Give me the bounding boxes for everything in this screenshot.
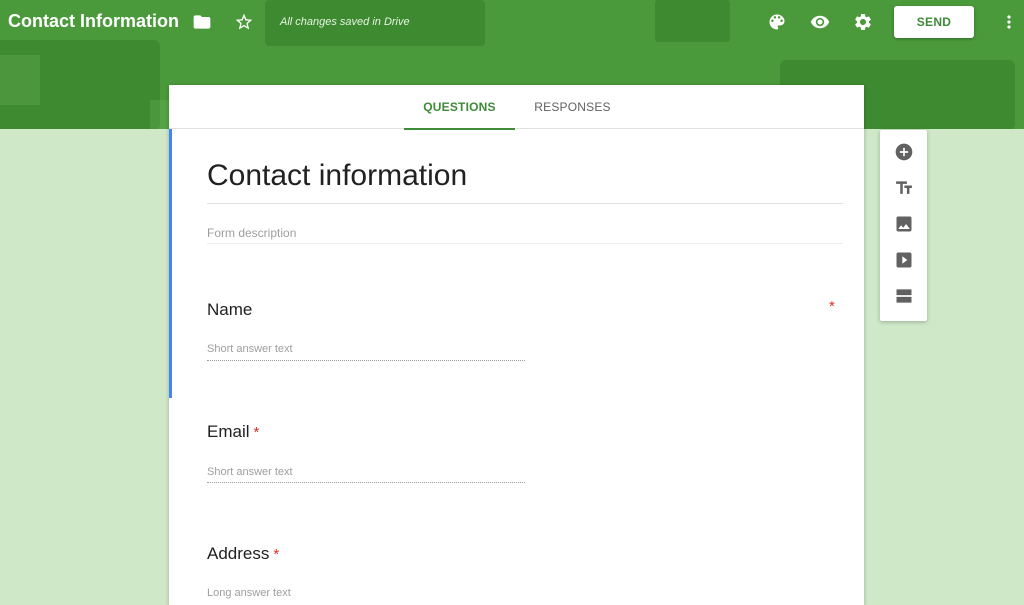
save-status-text: All changes saved in Drive [280, 16, 410, 28]
tab-questions[interactable]: QUESTIONS [404, 85, 515, 130]
question-label: Email [207, 422, 250, 441]
divider [207, 243, 843, 244]
title-text-icon[interactable] [892, 176, 916, 200]
star-outline-icon[interactable] [232, 10, 256, 34]
document-title[interactable]: Contact Information [8, 11, 179, 32]
short-answer-placeholder: Short answer text [207, 466, 293, 478]
more-vert-icon[interactable] [997, 10, 1021, 34]
section-icon[interactable] [892, 284, 916, 308]
question-title-email[interactable]: Email * [207, 422, 259, 442]
required-marker: * [253, 424, 260, 441]
eye-icon[interactable] [808, 10, 832, 34]
question-label: Name [207, 300, 253, 319]
side-toolbar [880, 130, 927, 321]
gear-icon[interactable] [851, 10, 875, 34]
short-answer-placeholder: Short answer text [207, 343, 293, 355]
required-marker: * [273, 546, 280, 563]
long-answer-placeholder: Long answer text [207, 587, 291, 599]
question-title-name[interactable]: Name [207, 300, 252, 320]
send-button[interactable]: SEND [894, 6, 974, 38]
question-title-address[interactable]: Address * [207, 544, 279, 564]
form-card: QUESTIONS RESPONSES Contact information … [169, 85, 864, 605]
add-question-icon[interactable] [892, 140, 916, 164]
answer-underline [207, 360, 525, 361]
divider [207, 203, 843, 204]
answer-underline [207, 482, 525, 483]
video-icon[interactable] [892, 248, 916, 272]
top-app-bar: Contact Information All changes saved in… [0, 0, 1024, 44]
header-decoration [0, 55, 40, 105]
active-section-indicator [169, 129, 172, 398]
image-icon[interactable] [892, 212, 916, 236]
required-marker: * [829, 298, 835, 315]
question-label: Address [207, 544, 270, 563]
form-description-field[interactable]: Form description [207, 226, 296, 240]
form-title[interactable]: Contact information [207, 159, 467, 193]
folder-icon[interactable] [190, 10, 214, 34]
tab-bar: QUESTIONS RESPONSES [169, 85, 864, 130]
tab-responses[interactable]: RESPONSES [519, 85, 626, 129]
palette-icon[interactable] [765, 10, 789, 34]
